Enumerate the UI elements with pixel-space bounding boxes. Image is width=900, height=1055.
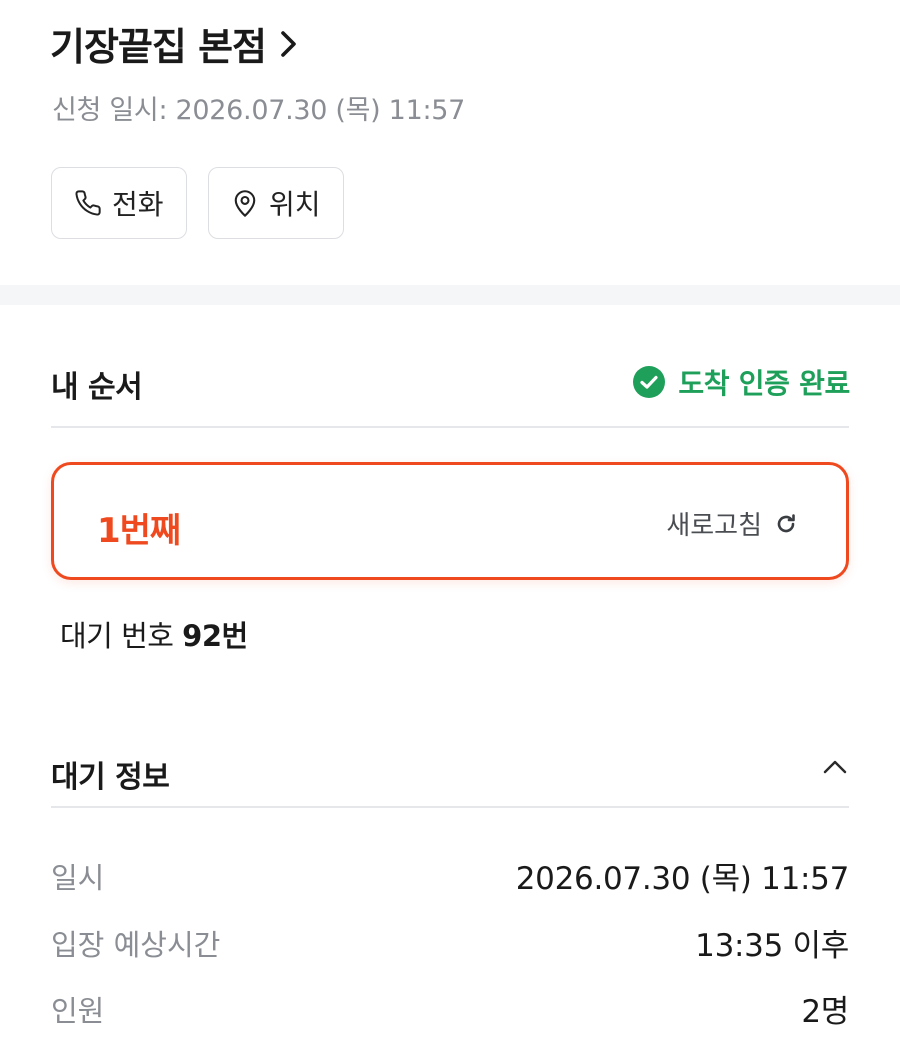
info-label: 일시 [51,860,105,895]
waiting-number-value: 92번 [182,619,248,653]
divider-line [51,806,849,808]
info-label: 인원 [51,993,105,1028]
arrival-status: 도착 인증 완료 [632,362,850,402]
arrival-status-label: 도착 인증 완료 [678,367,850,400]
info-value: 13:35 이후 [695,928,849,964]
my-order-title: 내 순서 [51,370,143,405]
order-rank: 1번째 [97,511,181,551]
call-button[interactable]: 전화 [51,167,187,239]
map-pin-icon [231,188,259,218]
refresh-label: 새로고침 [666,511,762,541]
info-row-expected-time: 입장 예상시간 13:35 이후 [51,920,849,965]
check-circle-icon [632,365,666,399]
location-button-label: 위치 [269,188,321,221]
info-value: 2명 [801,994,849,1030]
action-buttons: 전화 위치 [51,167,344,239]
phone-icon [74,189,102,217]
refresh-icon [774,512,798,536]
section-divider [0,285,900,305]
waiting-number: 대기 번호 92번 [60,613,248,655]
call-button-label: 전화 [112,188,164,221]
applied-at: 신청 일시: 2026.07.30 (목) 11:57 [52,95,465,126]
wait-info-title: 대기 정보 [51,760,170,795]
divider-line [51,426,849,428]
waiting-number-label: 대기 번호 [60,619,174,653]
store-name: 기장끝집 본점 [50,25,267,69]
chevron-right-icon [280,30,298,58]
order-card: 1번째 새로고침 [51,462,849,580]
info-row-party-size: 인원 2명 [51,986,849,1031]
store-name-link[interactable]: 기장끝집 본점 [50,16,298,71]
chevron-up-icon[interactable] [822,758,848,776]
refresh-button[interactable]: 새로고침 [666,505,798,542]
info-value: 2026.07.30 (목) 11:57 [515,861,850,897]
location-button[interactable]: 위치 [208,167,344,239]
info-label: 입장 예상시간 [51,927,221,962]
info-row-datetime: 일시 2026.07.30 (목) 11:57 [51,853,849,898]
